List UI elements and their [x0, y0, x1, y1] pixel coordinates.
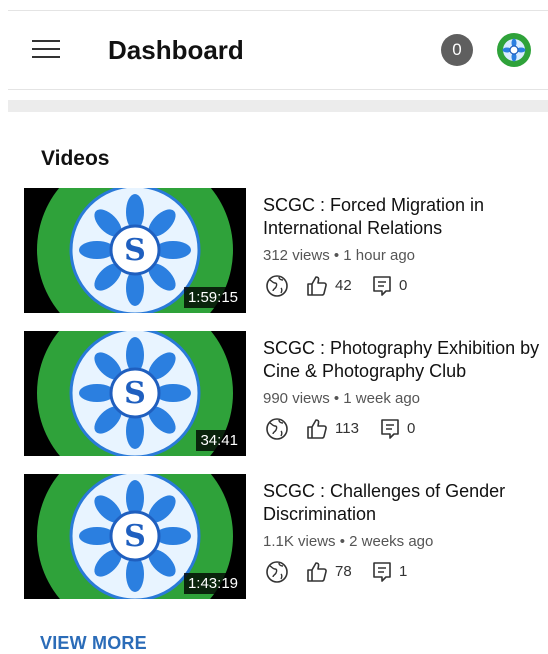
page-title: Dashboard — [108, 35, 244, 65]
video-meta: 312 views • 1 hour ago — [263, 247, 415, 264]
video-title[interactable]: SCGC : Forced Migration in International… — [263, 194, 543, 240]
like-count: 113 — [335, 420, 359, 437]
globe-icon — [266, 418, 288, 440]
view-more-button[interactable]: VIEW MORE — [40, 633, 147, 654]
video-item[interactable]: 34:41 SCGC : Photography Exhibition by C… — [24, 331, 544, 459]
comment-icon[interactable] — [370, 274, 394, 298]
video-views: 1.1K views — [263, 533, 336, 550]
video-actions: 113 0 — [263, 417, 543, 441]
thumbs-up-icon[interactable] — [305, 560, 329, 584]
video-actions: 42 0 — [263, 274, 543, 298]
video-item[interactable]: 1:43:19 SCGC : Challenges of Gender Disc… — [24, 474, 544, 602]
videos-section-title: Videos — [41, 147, 110, 170]
avatar[interactable] — [497, 33, 531, 67]
video-views: 990 views — [263, 390, 330, 407]
menu-icon[interactable] — [32, 39, 60, 59]
video-views: 312 views — [263, 247, 330, 264]
video-time: 1 hour ago — [343, 247, 416, 264]
video-item[interactable]: 1:59:15 SCGC : Forced Migration in Inter… — [24, 188, 544, 316]
comment-count: 1 — [399, 563, 408, 580]
comment-count: 0 — [399, 277, 408, 294]
thumbs-up-icon[interactable] — [305, 417, 329, 441]
meta-separator: • — [333, 390, 344, 407]
video-duration: 34:41 — [196, 430, 242, 451]
like-count: 78 — [335, 563, 352, 580]
video-duration: 1:59:15 — [183, 287, 242, 308]
meta-separator: • — [339, 533, 350, 550]
video-thumbnail[interactable]: 1:59:15 — [24, 188, 246, 313]
comment-count: 0 — [407, 420, 416, 437]
video-actions: 78 1 — [263, 560, 543, 584]
comment-icon[interactable] — [370, 560, 394, 584]
video-meta: 1.1K views • 2 weeks ago — [263, 533, 433, 550]
video-thumbnail[interactable]: 1:43:19 — [24, 474, 246, 599]
app-header: Dashboard 0 — [8, 10, 548, 90]
video-time: 2 weeks ago — [349, 533, 434, 550]
video-thumbnail[interactable]: 34:41 — [24, 331, 246, 456]
video-time: 1 week ago — [343, 390, 421, 407]
like-count: 42 — [335, 277, 352, 294]
video-title[interactable]: SCGC : Photography Exhibition by Cine & … — [263, 337, 543, 383]
section-divider — [8, 100, 548, 112]
video-title[interactable]: SCGC : Challenges of Gender Discriminati… — [263, 480, 543, 526]
notification-count-badge[interactable]: 0 — [441, 34, 473, 66]
comment-icon[interactable] — [378, 417, 402, 441]
video-meta: 990 views • 1 week ago — [263, 390, 420, 407]
video-duration: 1:43:19 — [183, 573, 242, 594]
meta-separator: • — [333, 247, 344, 264]
thumbs-up-icon[interactable] — [305, 274, 329, 298]
globe-icon — [266, 275, 288, 297]
globe-icon — [266, 561, 288, 583]
